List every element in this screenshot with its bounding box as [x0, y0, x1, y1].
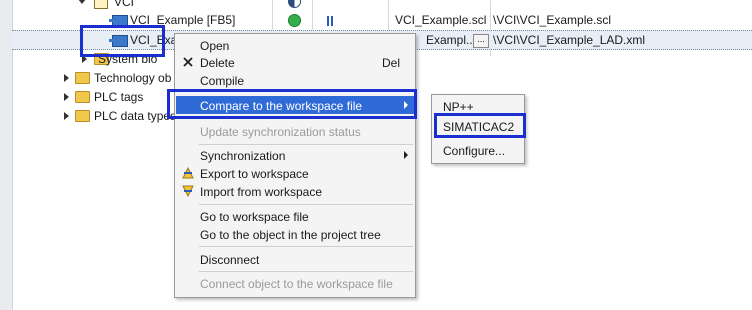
status-partial-icon: [288, 0, 301, 8]
expand-icon[interactable]: [64, 74, 69, 82]
delete-x-icon: [183, 57, 193, 67]
submenu-arrow-icon: [404, 151, 408, 159]
folder-icon: [75, 110, 90, 122]
expand-icon[interactable]: [64, 93, 69, 101]
menu-item-open[interactable]: Open: [176, 36, 414, 54]
annotation-highlight-row: [80, 25, 165, 57]
workspace-file-name: Exampl...: [426, 33, 477, 47]
tree-row-label: PLC tags: [94, 90, 144, 104]
expand-icon[interactable]: [64, 112, 69, 120]
menu-item-goto-object-in-tree[interactable]: Go to the object in the project tree: [176, 225, 414, 243]
menu-item-import-from-workspace[interactable]: Import from workspace: [176, 182, 414, 200]
annotation-highlight-simaticac2: [434, 113, 526, 138]
pause-icon: [326, 16, 334, 26]
folder-icon: [75, 91, 90, 103]
menu-item-delete[interactable]: Delete Del: [176, 53, 414, 71]
tree-row-label: VCI: [114, 0, 135, 9]
workspace-file-path: \VCI\VCI_Example_LAD.xml: [493, 33, 646, 47]
folder-icon: [75, 72, 90, 84]
delete-shortcut: Del: [381, 56, 400, 70]
submenu-item-configure[interactable]: Configure...: [433, 141, 523, 159]
annotation-highlight-compare: [167, 89, 417, 119]
menu-separator: [199, 271, 413, 272]
menu-separator: [199, 246, 413, 247]
workspace-file-name: VCI_Example.scl: [395, 13, 487, 27]
browse-button[interactable]: ...: [473, 34, 489, 48]
collapse-icon[interactable]: [78, 0, 86, 4]
menu-item-goto-workspace-file[interactable]: Go to workspace file: [176, 207, 414, 225]
status-ok-icon: [288, 14, 301, 27]
export-icon: [182, 166, 194, 179]
menu-item-disconnect[interactable]: Disconnect: [176, 250, 414, 268]
menu-separator: [199, 204, 413, 205]
menu-separator: [199, 144, 413, 145]
menu-item-compile[interactable]: Compile: [176, 71, 414, 89]
tree-row-vci[interactable]: VCI: [12, 0, 752, 11]
menu-item-synchronization[interactable]: Synchronization: [176, 146, 414, 164]
tree-row-label: Technology ob: [94, 71, 172, 85]
menu-item-update-sync-status: Update synchronization status: [200, 125, 361, 139]
context-menu: Open Delete Del Compile Compare to the w…: [174, 33, 416, 298]
vci-folder-icon: [94, 0, 108, 9]
menu-item-export-to-workspace[interactable]: Export to workspace: [176, 164, 414, 182]
tree-row-label: PLC data types: [94, 109, 177, 123]
workspace-file-path: \VCI\VCI_Example.scl: [493, 13, 612, 27]
menu-item-connect-object: Connect object to the workspace file: [200, 277, 393, 291]
import-icon: [182, 185, 194, 198]
